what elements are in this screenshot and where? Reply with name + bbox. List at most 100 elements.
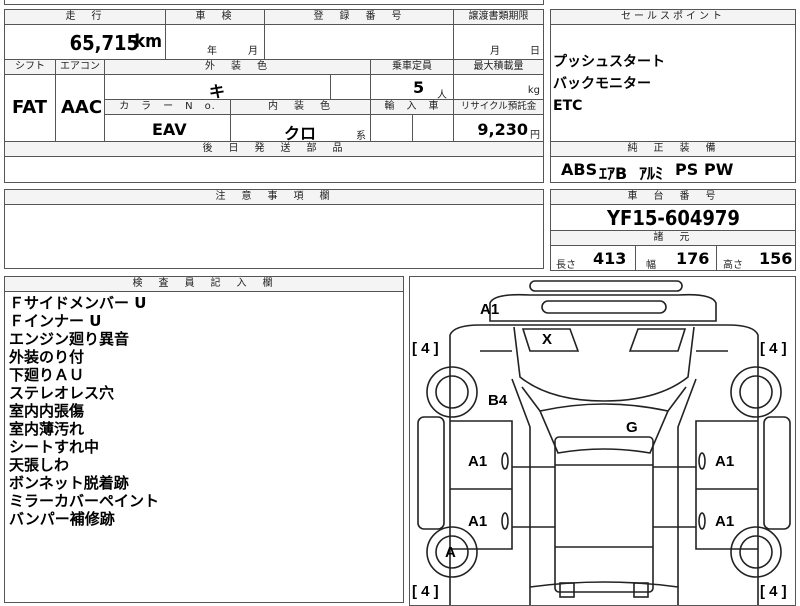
equipment-item: ｴｱB bbox=[599, 164, 628, 183]
specs-height-label: 高さ bbox=[723, 260, 743, 271]
exterior-color-label: 外 装 色 bbox=[104, 59, 371, 75]
specs-length-cell: 長さ 413 bbox=[550, 245, 636, 271]
equipment-item: PW bbox=[704, 160, 734, 179]
shaken-cell: 年 月 bbox=[165, 24, 265, 60]
registration-header: 登 録 番 号 bbox=[264, 9, 454, 25]
tire-front-right-value: 4 bbox=[769, 340, 778, 357]
equipment-item: PS bbox=[675, 160, 699, 179]
capacity-cell: 5 人 bbox=[370, 74, 454, 101]
mark-left-front-door: A1 bbox=[468, 453, 488, 470]
recycle-fee-value: 9,230 bbox=[477, 120, 528, 139]
specs-length-value: 413 bbox=[593, 249, 627, 268]
shift-value: FAT bbox=[12, 97, 48, 118]
tire-rear-left: [ 4 ] bbox=[412, 583, 439, 600]
specs-length-label: 長さ bbox=[556, 260, 576, 271]
equipment-item: ABS bbox=[561, 160, 598, 179]
sales-points-box: プッシュスタート バックモニター ETC bbox=[550, 24, 796, 142]
interior-color-suffix: 系 bbox=[356, 131, 366, 142]
inspector-item: Ｆインナー U bbox=[9, 312, 102, 330]
inspector-list: Ｆサイドメンバー U Ｆインナー U エンジン廻り異音 外装のり付 下廻りＡＵ … bbox=[9, 294, 159, 528]
notes-box bbox=[4, 204, 544, 269]
sales-point-item: ETC bbox=[553, 98, 583, 114]
aircon-cell: AAC bbox=[55, 74, 105, 142]
equipment-item: ｱﾙﾐ bbox=[639, 164, 664, 183]
mark-left-rear-door: A1 bbox=[468, 513, 488, 530]
mark-right-front-door: A1 bbox=[715, 453, 735, 470]
specs-header: 諸 元 bbox=[550, 230, 796, 246]
aircon-value: AAC bbox=[61, 97, 103, 118]
transfer-month-unit: 月 bbox=[490, 46, 500, 57]
chassis-box: YF15-604979 bbox=[550, 204, 796, 231]
sales-point-item: プッシュスタート bbox=[553, 54, 665, 70]
max-load-unit: kg bbox=[527, 85, 540, 96]
mark-bonnet: X bbox=[542, 331, 553, 348]
tire-rear-left-value: 4 bbox=[421, 583, 430, 600]
tire-rear-right-value: 4 bbox=[769, 583, 778, 600]
aircon-label: エアコン bbox=[55, 59, 105, 75]
inspector-item: 下廻りＡＵ bbox=[9, 366, 85, 384]
shaken-header: 車 検 bbox=[165, 9, 265, 25]
shaken-year-unit: 年 bbox=[207, 46, 217, 57]
mark-left-front-fender: B4 bbox=[488, 392, 508, 409]
car-diagram-lines bbox=[417, 280, 791, 605]
exterior-color-extra-cell bbox=[330, 74, 371, 100]
interior-color-label: 内 装 色 bbox=[230, 99, 371, 115]
inspector-item: バンパー補修跡 bbox=[9, 510, 115, 528]
inspector-item: 室内内張傷 bbox=[9, 402, 85, 420]
inspector-header: 検 査 員 記 入 欄 bbox=[4, 276, 404, 292]
mileage-header: 走 行 bbox=[4, 9, 166, 25]
inspector-item: ミラーカバーペイント bbox=[9, 492, 160, 510]
specs-width-label: 幅 bbox=[646, 260, 656, 271]
import-cell-a bbox=[370, 114, 413, 142]
inspector-item: シートすれ中 bbox=[9, 438, 100, 456]
import-label: 輸 入 車 bbox=[370, 99, 454, 115]
import-cell-b bbox=[412, 114, 454, 142]
specs-width-cell: 幅 176 bbox=[635, 245, 717, 271]
inspector-item: 室内薄汚れ bbox=[9, 420, 85, 438]
specs-height-value: 156 bbox=[759, 249, 793, 268]
mark-front-bumper: A1 bbox=[480, 301, 500, 318]
color-no-label: カ ラ ー N o. bbox=[104, 99, 231, 115]
mileage-cell: 65,715 km bbox=[4, 24, 166, 60]
capacity-label: 乗車定員 bbox=[370, 59, 454, 75]
max-load-label: 最大積載量 bbox=[453, 59, 544, 75]
inspector-item: ボンネット脱着跡 bbox=[9, 474, 129, 492]
mark-left-rear-wheel: A bbox=[445, 544, 456, 561]
inspector-item: 外装のり付 bbox=[9, 348, 85, 366]
tire-rear-right: [ 4 ] bbox=[760, 583, 787, 600]
specs-height-cell: 高さ 156 bbox=[716, 245, 796, 271]
max-load-cell: kg bbox=[453, 74, 544, 100]
inspector-item: Ｆサイドメンバー U bbox=[9, 294, 147, 312]
mark-right-rear-door: A1 bbox=[715, 513, 735, 530]
inspector-item: エンジン廻り異音 bbox=[9, 330, 130, 348]
recycle-fee-unit: 円 bbox=[530, 130, 540, 141]
specs-width-value: 176 bbox=[676, 249, 710, 268]
color-no-cell: EAV bbox=[104, 114, 231, 142]
later-parts-cell bbox=[4, 156, 544, 183]
later-parts-header: 後 日 発 送 部 品 bbox=[4, 141, 544, 157]
transfer-day-unit: 日 bbox=[530, 46, 540, 57]
color-no-value: EAV bbox=[152, 120, 187, 139]
mark-windshield: G bbox=[626, 419, 638, 436]
shift-label: シフト bbox=[4, 59, 56, 75]
sales-point-item: バックモニター bbox=[553, 76, 651, 92]
interior-color-cell: クロ 系 bbox=[230, 114, 371, 143]
capacity-value: 5 bbox=[413, 78, 425, 97]
transfer-deadline-cell: 月 日 bbox=[453, 24, 544, 60]
sales-points-header: セールスポイント bbox=[550, 9, 796, 25]
top-strip bbox=[4, 0, 544, 5]
standard-equipment-box: ABS ｴｱB ｱﾙﾐ PS PW bbox=[550, 156, 796, 183]
standard-equipment-header: 純 正 装 備 bbox=[550, 141, 796, 157]
chassis-header: 車 台 番 号 bbox=[550, 189, 796, 205]
shift-cell: FAT bbox=[4, 74, 56, 142]
inspector-item: 天張しわ bbox=[9, 456, 70, 474]
tire-front-right: [ 4 ] bbox=[760, 340, 787, 357]
inspector-box: Ｆサイドメンバー U Ｆインナー U エンジン廻り異音 外装のり付 下廻りＡＵ … bbox=[4, 291, 404, 603]
recycle-cell: 9,230 円 bbox=[453, 114, 544, 142]
notes-header: 注 意 事 項 欄 bbox=[4, 189, 544, 205]
registration-cell bbox=[264, 24, 454, 60]
tire-front-left-value: 4 bbox=[421, 340, 430, 357]
recycle-label: リサイクル預託金 bbox=[453, 99, 544, 115]
exterior-color-cell: キ bbox=[104, 74, 331, 101]
tire-front-left: [ 4 ] bbox=[412, 340, 439, 357]
